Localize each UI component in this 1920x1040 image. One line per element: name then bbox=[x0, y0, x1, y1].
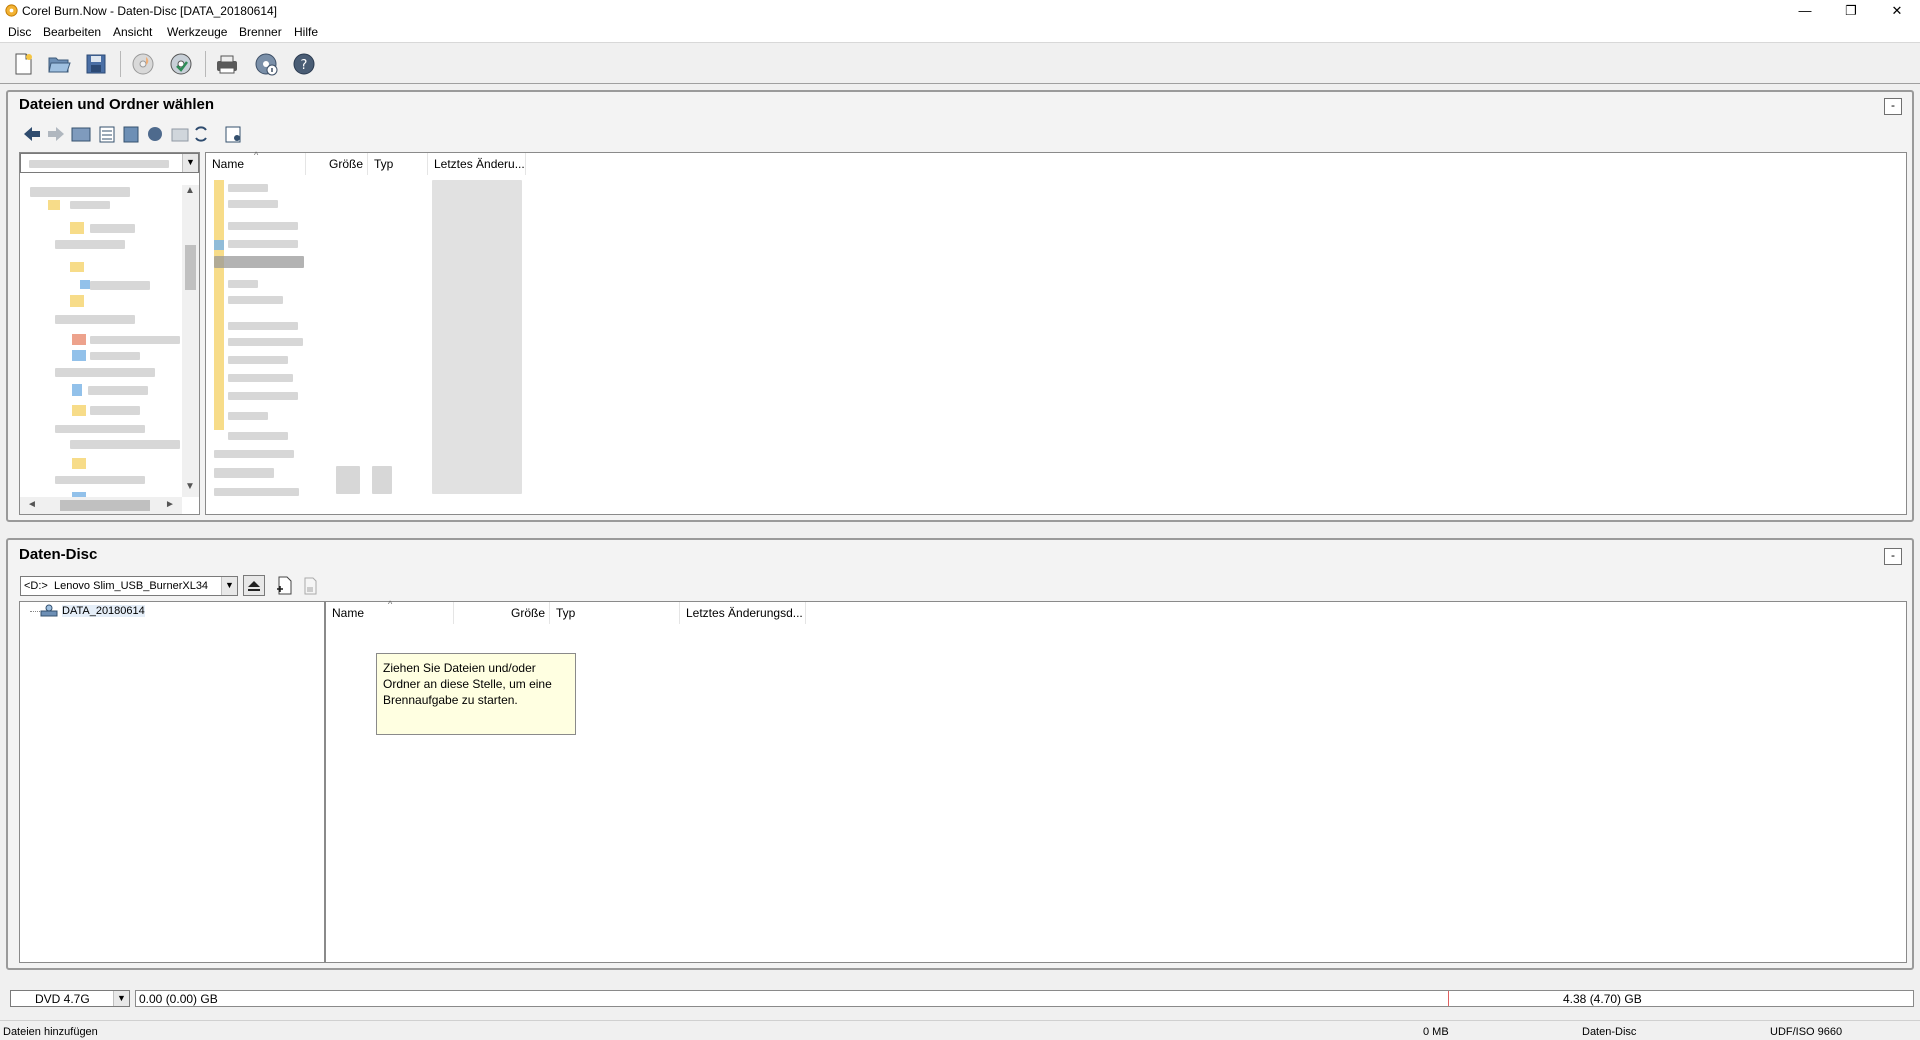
column-size[interactable]: Größe bbox=[454, 602, 550, 624]
column-modified[interactable]: Letztes Änderungsd... bbox=[680, 602, 806, 624]
new-project-icon[interactable] bbox=[10, 51, 36, 77]
total-capacity: 4.38 (4.70) GB bbox=[1563, 992, 1642, 1006]
file-browser-toolbar bbox=[24, 126, 241, 143]
disc-root-icon bbox=[40, 604, 58, 617]
collapse-button[interactable]: - bbox=[1884, 548, 1902, 565]
tree-vertical-scrollbar[interactable]: ▲ ▼ bbox=[182, 185, 199, 497]
burn-disc-icon[interactable] bbox=[130, 51, 156, 77]
column-modified[interactable]: Letztes Änderu... bbox=[428, 153, 526, 175]
tree-connector bbox=[30, 611, 40, 612]
status-bar: Dateien hinzufügen 0 MB Daten-Disc UDF/I… bbox=[0, 1020, 1920, 1040]
sort-ascending-icon: ^ bbox=[388, 599, 393, 609]
window-title: Corel Burn.Now - Daten-Disc [DATA_201806… bbox=[22, 4, 277, 18]
panel-title: Daten-Disc bbox=[19, 546, 98, 563]
scroll-left-icon[interactable]: ◄ bbox=[24, 499, 40, 510]
media-size-label: DVD 4.7G bbox=[35, 992, 90, 1006]
disc-info-icon[interactable] bbox=[253, 51, 279, 77]
restore-button[interactable]: ❐ bbox=[1828, 0, 1874, 22]
column-size[interactable]: Größe bbox=[306, 153, 368, 175]
disc-tree[interactable] bbox=[19, 601, 325, 963]
save-icon[interactable] bbox=[83, 51, 109, 77]
panel-title: Dateien und Ordner wählen bbox=[19, 96, 215, 113]
title-bar: Corel Burn.Now - Daten-Disc [DATA_201806… bbox=[0, 0, 1920, 22]
media-size-dropdown[interactable]: DVD 4.7G ▼ bbox=[10, 990, 130, 1007]
scroll-thumb[interactable] bbox=[185, 245, 196, 290]
remove-files-icon[interactable] bbox=[300, 575, 320, 596]
disc-copy-icon[interactable] bbox=[168, 51, 194, 77]
toolbar-separator bbox=[205, 51, 206, 77]
menu-bar: Disc Bearbeiten Ansicht Werkzeuge Brenne… bbox=[0, 22, 1920, 42]
capacity-bar-area: DVD 4.7G ▼ 0.00 (0.00) GB 4.38 (4.70) GB bbox=[0, 986, 1920, 1008]
status-mode: Daten-Disc bbox=[1582, 1026, 1637, 1038]
sort-ascending-icon: ^ bbox=[254, 150, 259, 160]
tree-root-label[interactable]: DATA_20180614 bbox=[62, 605, 145, 617]
printer-icon[interactable] bbox=[214, 51, 240, 77]
scroll-right-icon[interactable]: ► bbox=[162, 499, 178, 510]
scroll-down-icon[interactable]: ▼ bbox=[182, 481, 198, 492]
add-files-icon[interactable] bbox=[275, 575, 295, 596]
menu-hilfe[interactable]: Hilfe bbox=[294, 25, 318, 39]
help-icon[interactable]: ? bbox=[291, 51, 317, 77]
disc-list-header: Name Größe Typ Letztes Änderungsd... bbox=[326, 602, 806, 624]
status-message: Dateien hinzufügen bbox=[3, 1026, 98, 1038]
collapse-button[interactable]: - bbox=[1884, 98, 1902, 115]
open-folder-icon[interactable] bbox=[46, 51, 72, 77]
used-capacity: 0.00 (0.00) GB bbox=[139, 992, 218, 1006]
app-logo-icon bbox=[5, 4, 18, 17]
drop-hint-tooltip: Ziehen Sie Dateien und/oder Ordner an di… bbox=[376, 653, 576, 735]
menu-ansicht[interactable]: Ansicht bbox=[113, 25, 152, 39]
chevron-down-icon: ▼ bbox=[182, 154, 198, 172]
menu-werkzeuge[interactable]: Werkzeuge bbox=[167, 25, 227, 39]
capacity-limit-marker bbox=[1448, 991, 1449, 1006]
scroll-up-icon[interactable]: ▲ bbox=[182, 185, 198, 196]
chevron-down-icon: ▼ bbox=[221, 577, 237, 595]
capacity-meter: 0.00 (0.00) GB 4.38 (4.70) GB bbox=[135, 990, 1914, 1007]
status-size: 0 MB bbox=[1423, 1026, 1449, 1038]
eject-icon[interactable] bbox=[243, 575, 265, 596]
main-toolbar: ? bbox=[0, 42, 1920, 84]
menu-disc[interactable]: Disc bbox=[8, 25, 31, 39]
minimize-button[interactable]: — bbox=[1782, 0, 1828, 22]
tree-horizontal-scrollbar[interactable]: ◄ ► bbox=[20, 497, 182, 514]
column-type[interactable]: Typ bbox=[368, 153, 428, 175]
toolbar-separator bbox=[120, 51, 121, 77]
location-dropdown[interactable]: ▼ bbox=[20, 153, 199, 173]
drive-dropdown[interactable]: <D:> Lenovo Slim_USB_BurnerXL34 ▼ bbox=[20, 576, 238, 596]
column-type[interactable]: Typ bbox=[550, 602, 680, 624]
svg-text:?: ? bbox=[301, 58, 308, 73]
menu-brenner[interactable]: Brenner bbox=[239, 25, 282, 39]
drive-label: <D:> Lenovo Slim_USB_BurnerXL34 bbox=[24, 580, 209, 592]
close-button[interactable]: ✕ bbox=[1874, 0, 1920, 22]
chevron-down-icon: ▼ bbox=[113, 991, 129, 1006]
scroll-thumb[interactable] bbox=[60, 500, 150, 511]
status-filesystem: UDF/ISO 9660 bbox=[1770, 1026, 1843, 1038]
menu-bearbeiten[interactable]: Bearbeiten bbox=[43, 25, 101, 39]
